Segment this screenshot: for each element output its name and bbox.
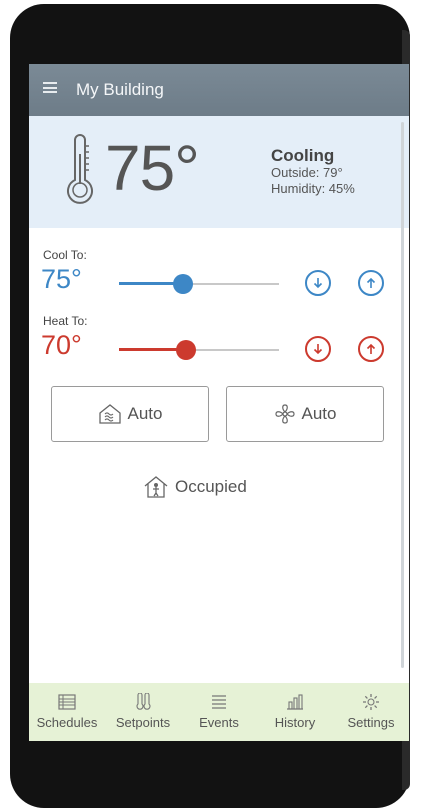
fan-icon bbox=[274, 404, 295, 424]
events-icon bbox=[212, 695, 226, 709]
building-title: My Building bbox=[76, 80, 164, 99]
cool-setpoint-label: Cool To: bbox=[43, 248, 87, 262]
tab-schedules[interactable]: Schedules bbox=[29, 683, 105, 741]
tab-settings-label: Settings bbox=[347, 715, 395, 730]
thermometer-icon bbox=[67, 134, 93, 204]
bottom-tab-bar: Schedules Setpoints Events History Setti… bbox=[29, 683, 409, 741]
heat-setpoint-label: Heat To: bbox=[43, 314, 88, 328]
cool-slider-thumb[interactable] bbox=[173, 274, 193, 294]
settings-gear-icon bbox=[363, 694, 379, 710]
fan-mode-button[interactable]: Auto bbox=[226, 386, 384, 442]
heat-increase-button[interactable] bbox=[358, 336, 384, 362]
hvac-mode-icon bbox=[98, 404, 121, 424]
heat-setpoint-slider[interactable] bbox=[119, 340, 279, 360]
tab-setpoints[interactable]: Setpoints bbox=[105, 683, 181, 741]
occupancy-label: Occupied bbox=[175, 477, 247, 496]
hamburger-menu-icon[interactable] bbox=[43, 82, 57, 93]
tab-history-label: History bbox=[274, 715, 316, 730]
cool-increase-button[interactable] bbox=[358, 270, 384, 296]
history-icon bbox=[287, 694, 303, 710]
heat-setpoint-value: 70° bbox=[41, 330, 82, 360]
cool-decrease-button[interactable] bbox=[305, 270, 331, 296]
arrow-down-icon bbox=[313, 344, 323, 355]
system-mode-label: Auto bbox=[127, 404, 163, 423]
cool-setpoint-value: 75° bbox=[41, 264, 82, 294]
tab-events-label: Events bbox=[199, 715, 239, 730]
tab-setpoints-label: Setpoints bbox=[115, 715, 171, 730]
arrow-up-icon bbox=[366, 277, 376, 288]
tab-settings[interactable]: Settings bbox=[333, 683, 409, 741]
current-status-panel: 75° Cooling Outside: 79° Humidity: 45% bbox=[29, 116, 409, 228]
occupancy-status[interactable]: Occupied bbox=[143, 474, 247, 500]
tab-schedules-label: Schedules bbox=[36, 715, 98, 730]
hvac-mode-status: Cooling bbox=[271, 146, 335, 165]
app-header: My Building bbox=[29, 64, 409, 116]
humidity-reading: Humidity: 45% bbox=[271, 181, 355, 196]
tab-history[interactable]: History bbox=[257, 683, 333, 741]
arrow-up-icon bbox=[366, 343, 376, 354]
schedules-icon bbox=[58, 694, 76, 710]
app-screen: My Building 75° Cooling Outside: 79° Hum… bbox=[29, 64, 409, 741]
tab-events[interactable]: Events bbox=[181, 683, 257, 741]
cool-setpoint-slider[interactable] bbox=[119, 274, 279, 294]
current-temperature: 75° bbox=[105, 132, 200, 204]
outside-temperature: Outside: 79° bbox=[271, 165, 343, 180]
heat-slider-thumb[interactable] bbox=[176, 340, 197, 360]
system-mode-button[interactable]: Auto bbox=[51, 386, 209, 442]
scrollbar[interactable] bbox=[401, 122, 404, 668]
setpoints-icon bbox=[136, 693, 151, 710]
arrow-down-icon bbox=[313, 278, 323, 289]
heat-decrease-button[interactable] bbox=[305, 336, 331, 362]
house-person-icon bbox=[144, 476, 168, 498]
fan-mode-label: Auto bbox=[301, 404, 337, 423]
